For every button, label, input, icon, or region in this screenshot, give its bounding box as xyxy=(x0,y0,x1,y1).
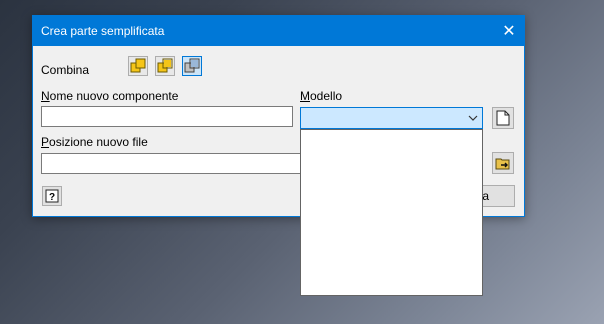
component-name-label: Nome nuovo componente xyxy=(41,89,179,103)
file-location-input[interactable] xyxy=(41,153,301,174)
svg-text:?: ? xyxy=(49,192,55,203)
template-combobox[interactable] xyxy=(300,107,483,129)
template-dropdown-list[interactable] xyxy=(300,129,483,296)
component-name-input[interactable] xyxy=(41,106,293,127)
close-button[interactable]: ✕ xyxy=(494,16,524,46)
help-button[interactable]: ? xyxy=(42,186,62,206)
combine-merge-outline-button[interactable] xyxy=(155,56,175,76)
chevron-down-icon xyxy=(468,115,478,121)
template-label: Modello xyxy=(300,89,343,103)
combine-merge-outline-icon xyxy=(157,58,173,73)
close-icon: ✕ xyxy=(502,23,516,40)
window-title: Crea parte semplificata xyxy=(41,24,165,38)
combine-separate-icon xyxy=(184,58,200,73)
file-location-label: Posizione nuovo file xyxy=(41,135,148,149)
combine-label: Combina xyxy=(41,63,90,77)
combine-merge-icon xyxy=(130,58,146,73)
folder-browse-icon xyxy=(495,158,510,170)
file-location-browse-button[interactable] xyxy=(492,152,514,174)
combine-merge-button[interactable] xyxy=(128,56,148,76)
help-icon: ? xyxy=(45,189,59,203)
new-document-icon xyxy=(496,110,510,126)
title-bar[interactable]: Crea parte semplificata ✕ xyxy=(33,16,524,46)
template-browse-button[interactable] xyxy=(492,107,514,129)
combine-separate-button[interactable] xyxy=(182,56,202,76)
